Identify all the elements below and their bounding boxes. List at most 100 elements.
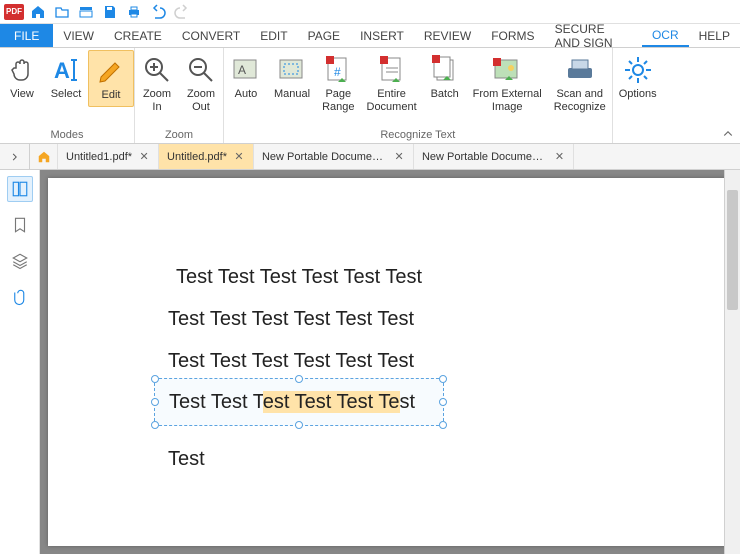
resize-handle[interactable] xyxy=(295,375,303,383)
print-icon[interactable] xyxy=(124,2,144,22)
doc-tab[interactable]: New Portable Document 1...✕ xyxy=(414,144,574,169)
from-external-image-label: From External Image xyxy=(473,88,542,114)
redo-icon[interactable] xyxy=(172,2,192,22)
close-icon[interactable]: ✕ xyxy=(393,151,405,163)
tab-view[interactable]: VIEW xyxy=(53,24,104,47)
ribbon-display-icon[interactable] xyxy=(76,2,96,22)
selected-text-line[interactable]: Test Test Test Test Test Test xyxy=(169,391,415,414)
auto-ocr-button[interactable]: A Auto xyxy=(224,50,268,105)
selection-prefix: Test Test T xyxy=(169,391,263,413)
tab-forms[interactable]: FORMS xyxy=(481,24,544,47)
batch-icon xyxy=(429,54,461,86)
text-selection-box[interactable]: Test Test Test Test Test Test xyxy=(154,378,444,426)
undo-icon[interactable] xyxy=(148,2,168,22)
cursor-text-icon: A xyxy=(50,54,82,86)
resize-handle[interactable] xyxy=(439,375,447,383)
from-external-image-button[interactable]: From External Image xyxy=(467,50,548,118)
entire-document-label: Entire Document xyxy=(367,88,417,114)
workspace: Test Test Test Test Test Test Test Test … xyxy=(0,170,740,554)
ribbon-group-recognize-text: A Auto Manual # Page Range Entire Docume… xyxy=(224,48,613,143)
group-label-recognize-text: Recognize Text xyxy=(224,127,612,143)
manual-icon xyxy=(276,54,308,86)
menu-bar: FILE VIEW CREATE CONVERT EDIT PAGE INSER… xyxy=(0,24,740,48)
page-range-button[interactable]: # Page Range xyxy=(316,50,360,118)
file-tab[interactable]: FILE xyxy=(0,24,53,47)
attachments-panel-button[interactable] xyxy=(7,284,33,310)
resize-handle[interactable] xyxy=(151,421,159,429)
view-mode-button[interactable]: View xyxy=(0,50,44,105)
zoom-in-button[interactable]: Zoom In xyxy=(135,50,179,118)
tab-ocr[interactable]: OCR xyxy=(642,24,689,47)
thumbnails-panel-button[interactable] xyxy=(7,176,33,202)
zoom-in-label: Zoom In xyxy=(143,88,171,114)
save-icon[interactable] xyxy=(100,2,120,22)
manual-ocr-label: Manual xyxy=(274,88,310,101)
select-mode-label: Select xyxy=(51,88,82,101)
group-label-zoom: Zoom xyxy=(135,127,223,143)
resize-handle[interactable] xyxy=(151,398,159,406)
resize-handle[interactable] xyxy=(439,421,447,429)
tabs-home-button[interactable] xyxy=(30,144,58,169)
text-line[interactable]: Test Test Test Test Test Test xyxy=(168,308,414,331)
home-icon[interactable] xyxy=(28,2,48,22)
page-range-icon: # xyxy=(322,54,354,86)
side-panel xyxy=(0,170,40,554)
ocr-options-button[interactable]: Options xyxy=(613,50,663,105)
auto-ocr-label: Auto xyxy=(235,88,258,101)
batch-ocr-label: Batch xyxy=(431,88,459,101)
tab-secure-sign[interactable]: SECURE AND SIGN xyxy=(545,24,642,47)
scan-recognize-label: Scan and Recognize xyxy=(554,88,606,114)
document-tab-row: Untitled1.pdf* ✕ Untitled.pdf*✕ New Porta… xyxy=(0,144,740,170)
text-line[interactable]: Test Test Test Test Test Test xyxy=(168,350,414,373)
scrollbar-thumb[interactable] xyxy=(727,190,738,310)
select-mode-button[interactable]: A Select xyxy=(44,50,88,105)
tab-page[interactable]: PAGE xyxy=(298,24,350,47)
selection-suffix: st xyxy=(400,391,416,413)
zoom-out-label: Zoom Out xyxy=(187,88,215,114)
text-line[interactable]: Test Test Test Test Test Test xyxy=(176,266,422,289)
tab-edit[interactable]: EDIT xyxy=(250,24,297,47)
zoom-out-button[interactable]: Zoom Out xyxy=(179,50,223,118)
view-mode-label: View xyxy=(10,88,34,101)
tab-create[interactable]: CREATE xyxy=(104,24,172,47)
doc-tab-label: Untitled1.pdf* xyxy=(66,151,132,163)
batch-ocr-button[interactable]: Batch xyxy=(423,50,467,105)
resize-handle[interactable] xyxy=(151,375,159,383)
page-viewport[interactable]: Test Test Test Test Test Test Test Test … xyxy=(40,170,740,554)
page-range-label: Page Range xyxy=(322,88,354,114)
svg-text:A: A xyxy=(54,58,70,83)
close-icon[interactable]: ✕ xyxy=(138,151,150,163)
resize-handle[interactable] xyxy=(295,421,303,429)
close-icon[interactable]: ✕ xyxy=(233,151,245,163)
vertical-scrollbar[interactable] xyxy=(724,170,740,554)
zoom-out-icon xyxy=(185,54,217,86)
side-panel-toggle[interactable] xyxy=(0,144,30,169)
resize-handle[interactable] xyxy=(439,398,447,406)
doc-tab[interactable]: Untitled.pdf*✕ xyxy=(159,144,254,169)
bookmarks-panel-button[interactable] xyxy=(7,212,33,238)
ocr-options-label: Options xyxy=(619,88,657,101)
layers-panel-button[interactable] xyxy=(7,248,33,274)
document-tabs: Untitled1.pdf* ✕ Untitled.pdf*✕ New Porta… xyxy=(30,144,740,169)
svg-text:#: # xyxy=(334,65,341,79)
text-line[interactable]: Test xyxy=(168,448,205,471)
doc-tab[interactable]: Untitled1.pdf* ✕ xyxy=(58,144,159,169)
scanner-icon xyxy=(564,54,596,86)
quick-access-toolbar: PDF xyxy=(0,0,740,24)
manual-ocr-button[interactable]: Manual xyxy=(268,50,316,105)
tab-review[interactable]: REVIEW xyxy=(414,24,481,47)
entire-document-button[interactable]: Entire Document xyxy=(361,50,423,118)
edit-mode-button[interactable]: Edit xyxy=(88,50,134,107)
close-icon[interactable]: ✕ xyxy=(554,151,565,163)
app-logo: PDF xyxy=(4,4,24,20)
scan-recognize-button[interactable]: Scan and Recognize xyxy=(548,50,612,118)
svg-text:A: A xyxy=(238,63,246,77)
ribbon-group-options: Options xyxy=(613,48,663,143)
tab-insert[interactable]: INSERT xyxy=(350,24,414,47)
group-label-modes: Modes xyxy=(0,127,134,143)
collapse-ribbon-icon[interactable] xyxy=(720,127,736,141)
doc-tab[interactable]: New Portable Document 1✕ xyxy=(254,144,414,169)
open-icon[interactable] xyxy=(52,2,72,22)
tab-help[interactable]: HELP xyxy=(689,24,740,47)
tab-convert[interactable]: CONVERT xyxy=(172,24,250,47)
